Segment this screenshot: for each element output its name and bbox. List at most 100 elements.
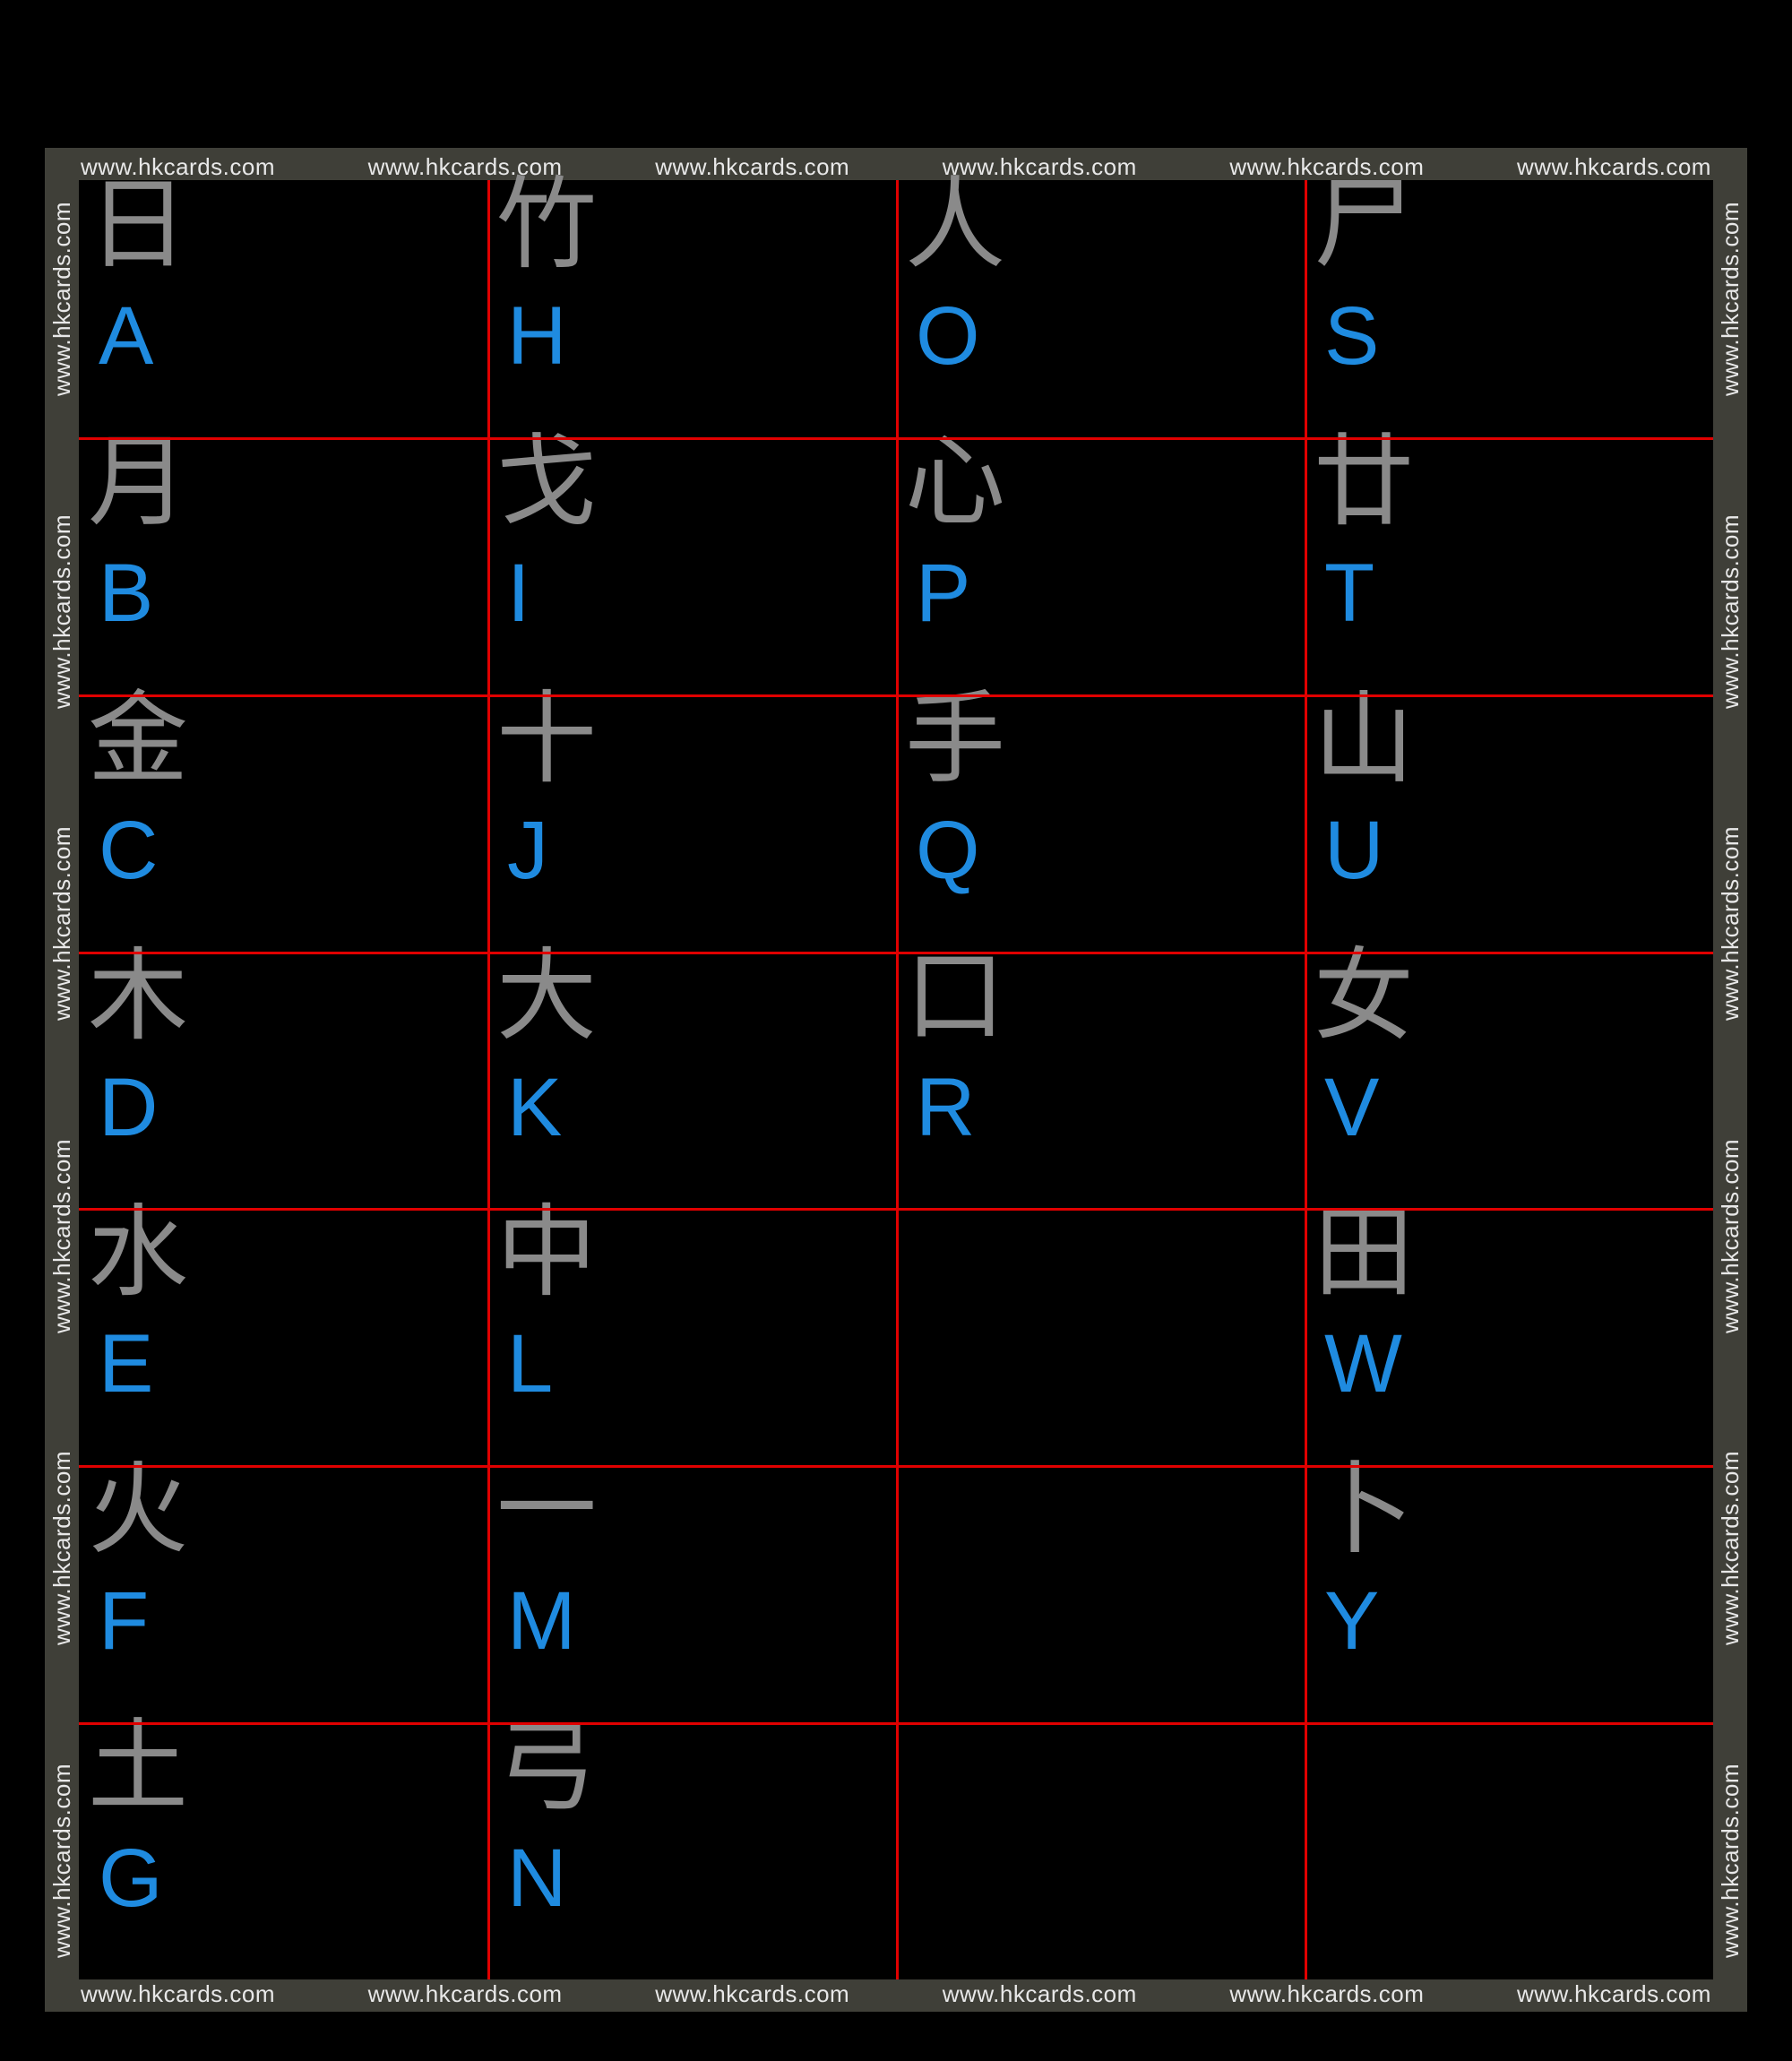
cangjie-letter: T [1324, 552, 1374, 634]
cangjie-letter: J [507, 809, 548, 892]
grid-inner: 日A竹H人O尸S月B戈I心P廿T金C十J手Q山U木D大K口R女V水E中L田W火F… [79, 180, 1713, 1979]
cangjie-radical: 心 [905, 432, 1005, 532]
grid-cell: 土G [79, 1722, 487, 1979]
cangjie-radical: 口 [905, 946, 1005, 1047]
cangjie-radical: 日 [88, 175, 188, 275]
grid-cell: 中L [487, 1208, 896, 1465]
watermark-right: www.hkcards.com www.hkcards.com www.hkca… [1717, 148, 1744, 2012]
grid-cell [896, 1465, 1305, 1722]
cangjie-letter: W [1324, 1323, 1402, 1405]
cangjie-letter: O [916, 295, 980, 377]
cangjie-letter: V [1324, 1066, 1379, 1149]
grid-cell: 火F [79, 1465, 487, 1722]
cangjie-radical: 金 [88, 689, 188, 789]
grid-cell [1305, 1722, 1713, 1979]
cangjie-radical: 中 [496, 1203, 597, 1303]
cangjie-letter: H [507, 295, 566, 377]
watermark-text: www.hkcards.com [1717, 1139, 1744, 1333]
grid-cell: 戈I [487, 437, 896, 694]
cangjie-radical: 十 [496, 689, 597, 789]
watermark-text: www.hkcards.com [1229, 1980, 1424, 2008]
cangjie-letter: C [99, 809, 158, 892]
watermark-text: www.hkcards.com [48, 826, 75, 1021]
watermark-text: www.hkcards.com [48, 1139, 75, 1333]
cangjie-letter: R [916, 1066, 975, 1149]
watermark-text: www.hkcards.com [1717, 514, 1744, 709]
cangjie-radical: 山 [1314, 689, 1414, 789]
watermark-text: www.hkcards.com [1717, 1451, 1744, 1645]
watermark-text: www.hkcards.com [1517, 153, 1711, 181]
cangjie-radical: 大 [496, 946, 597, 1047]
watermark-text: www.hkcards.com [655, 153, 849, 181]
grid-cell: 金C [79, 694, 487, 952]
grid-cell: 女V [1305, 952, 1713, 1209]
grid-cell: 廿T [1305, 437, 1713, 694]
grid-cell: 卜Y [1305, 1465, 1713, 1722]
watermark-left: www.hkcards.com www.hkcards.com www.hkca… [48, 148, 75, 2012]
watermark-text: www.hkcards.com [1717, 826, 1744, 1021]
grid-cell: 手Q [896, 694, 1305, 952]
cangjie-grid: 日A竹H人O尸S月B戈I心P廿T金C十J手Q山U木D大K口R女V水E中L田W火F… [79, 180, 1713, 1979]
cangjie-radical: 月 [88, 432, 188, 532]
grid-cell: 大K [487, 952, 896, 1209]
watermark-top: www.hkcards.com www.hkcards.com www.hkca… [45, 153, 1747, 181]
cangjie-letter: Y [1324, 1580, 1379, 1662]
cangjie-letter: B [99, 552, 153, 634]
cangjie-letter: U [1324, 809, 1383, 892]
cangjie-radical: 土 [88, 1717, 188, 1817]
cangjie-radical: 木 [88, 946, 188, 1047]
cangjie-letter: Q [916, 809, 980, 892]
grid-cell: 口R [896, 952, 1305, 1209]
cangjie-radical: 卜 [1314, 1460, 1414, 1560]
page: www.hkcards.com www.hkcards.com www.hkca… [0, 0, 1792, 2061]
cangjie-letter: A [99, 295, 153, 377]
grid-cell: 月B [79, 437, 487, 694]
grid-cell: 木D [79, 952, 487, 1209]
cangjie-letter: L [507, 1323, 553, 1405]
grid-cell: 山U [1305, 694, 1713, 952]
grid-cell: 十J [487, 694, 896, 952]
cangjie-radical: 戈 [496, 432, 597, 532]
cangjie-letter: N [507, 1837, 566, 1919]
cangjie-letter: F [99, 1580, 149, 1662]
watermark-text: www.hkcards.com [48, 1763, 75, 1958]
grid-cell: 弓N [487, 1722, 896, 1979]
cangjie-letter: K [507, 1066, 562, 1149]
cangjie-radical: 田 [1314, 1203, 1414, 1303]
cangjie-letter: S [1324, 295, 1379, 377]
grid-cell: 竹H [487, 180, 896, 437]
watermark-text: www.hkcards.com [368, 1980, 563, 2008]
grid-cell: 田W [1305, 1208, 1713, 1465]
cangjie-radical: 一 [496, 1460, 597, 1560]
watermark-text: www.hkcards.com [1717, 1763, 1744, 1958]
cangjie-radical: 尸 [1314, 175, 1414, 275]
cangjie-radical: 水 [88, 1203, 188, 1303]
grid-line-vertical [896, 180, 899, 1979]
cangjie-letter: P [916, 552, 970, 634]
grid-cell [896, 1722, 1305, 1979]
cangjie-radical: 手 [905, 689, 1005, 789]
cangjie-letter: D [99, 1066, 158, 1149]
grid-cell: 人O [896, 180, 1305, 437]
cangjie-letter: M [507, 1580, 576, 1662]
watermark-text: www.hkcards.com [48, 202, 75, 396]
cangjie-radical: 女 [1314, 946, 1414, 1047]
grid-cell: 心P [896, 437, 1305, 694]
cangjie-radical: 廿 [1314, 432, 1414, 532]
watermark-text: www.hkcards.com [1517, 1980, 1711, 2008]
watermark-text: www.hkcards.com [1717, 202, 1744, 396]
watermark-text: www.hkcards.com [81, 1980, 275, 2008]
cangjie-radical: 弓 [496, 1717, 597, 1817]
grid-cell [896, 1208, 1305, 1465]
grid-line-vertical [487, 180, 490, 1979]
cangjie-radical: 人 [905, 175, 1005, 275]
grid-cell: 一M [487, 1465, 896, 1722]
watermark-text: www.hkcards.com [48, 514, 75, 709]
cangjie-letter: E [99, 1323, 153, 1405]
cangjie-radical: 竹 [496, 175, 597, 275]
grid-line-vertical [1305, 180, 1307, 1979]
grid-cell: 尸S [1305, 180, 1713, 437]
watermark-text: www.hkcards.com [943, 1980, 1137, 2008]
watermark-bottom: www.hkcards.com www.hkcards.com www.hkca… [45, 1980, 1747, 2008]
cangjie-letter: I [507, 552, 530, 634]
